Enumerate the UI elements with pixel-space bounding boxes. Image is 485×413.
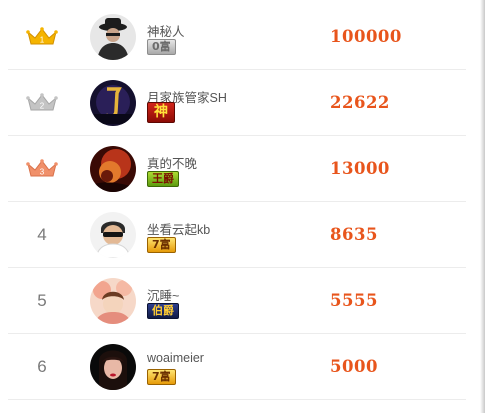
leaderboard-row[interactable]: 1 神秘人 0富 100000 [8,4,466,70]
user-name[interactable]: 真的不晚 [147,153,197,172]
rank-number: 5 [37,291,47,310]
leaderboard-row[interactable]: 4 坐看云起kb 7富 8635 [8,202,466,268]
rank-cell: 4 [8,202,76,268]
avatar[interactable] [90,278,136,324]
leaderboard-row[interactable]: 5 沉睡~ 伯爵 5555 [8,268,466,334]
bronze-crown-icon: 3 [26,159,58,177]
avatar[interactable] [90,80,136,126]
avatar[interactable] [90,344,136,390]
leaderboard: 1 神秘人 0富 100000 2 月家族管家SH 神 22622 3 真的不晚… [8,4,466,400]
avatar[interactable] [90,212,136,258]
wealth-badge: 7富 [147,369,176,385]
rank-cell: 5 [8,268,76,334]
rank-cell: 1 [8,4,76,70]
score-value: 13000 [330,159,390,178]
noble-badge: 神 [147,102,175,123]
gold-crown-icon: 1 [26,27,58,45]
user-name[interactable]: 神秘人 [147,21,185,40]
noble-badge: 王爵 [147,171,179,187]
leaderboard-row[interactable]: 3 真的不晚 王爵 13000 [8,136,466,202]
rank-cell: 6 [8,334,76,400]
rank-number: 6 [37,357,47,376]
noble-badge: 伯爵 [147,303,179,319]
rank-number: 2 [40,102,45,111]
leaderboard-row[interactable]: 2 月家族管家SH 神 22622 [8,70,466,136]
leaderboard-row[interactable]: 6 woaimeier 7富 5000 [8,334,466,400]
user-name[interactable]: 坐看云起kb [147,219,210,238]
rank-cell: 2 [8,70,76,136]
wealth-badge: 7富 [147,237,176,253]
avatar[interactable] [90,14,136,60]
score-value: 5000 [330,357,378,376]
score-value: 5555 [330,291,378,310]
scroll-edge [480,0,485,413]
user-name[interactable]: 沉睡~ [147,285,179,304]
wealth-badge: 0富 [147,39,176,55]
score-value: 100000 [330,27,402,46]
rank-cell: 3 [8,136,76,202]
rank-number: 1 [40,36,45,45]
score-value: 22622 [330,93,390,112]
silver-crown-icon: 2 [26,93,58,111]
rank-number: 3 [40,168,45,177]
score-value: 8635 [330,225,378,244]
avatar[interactable] [90,146,136,192]
user-name[interactable]: woaimeier [147,351,204,365]
rank-number: 4 [37,225,47,244]
